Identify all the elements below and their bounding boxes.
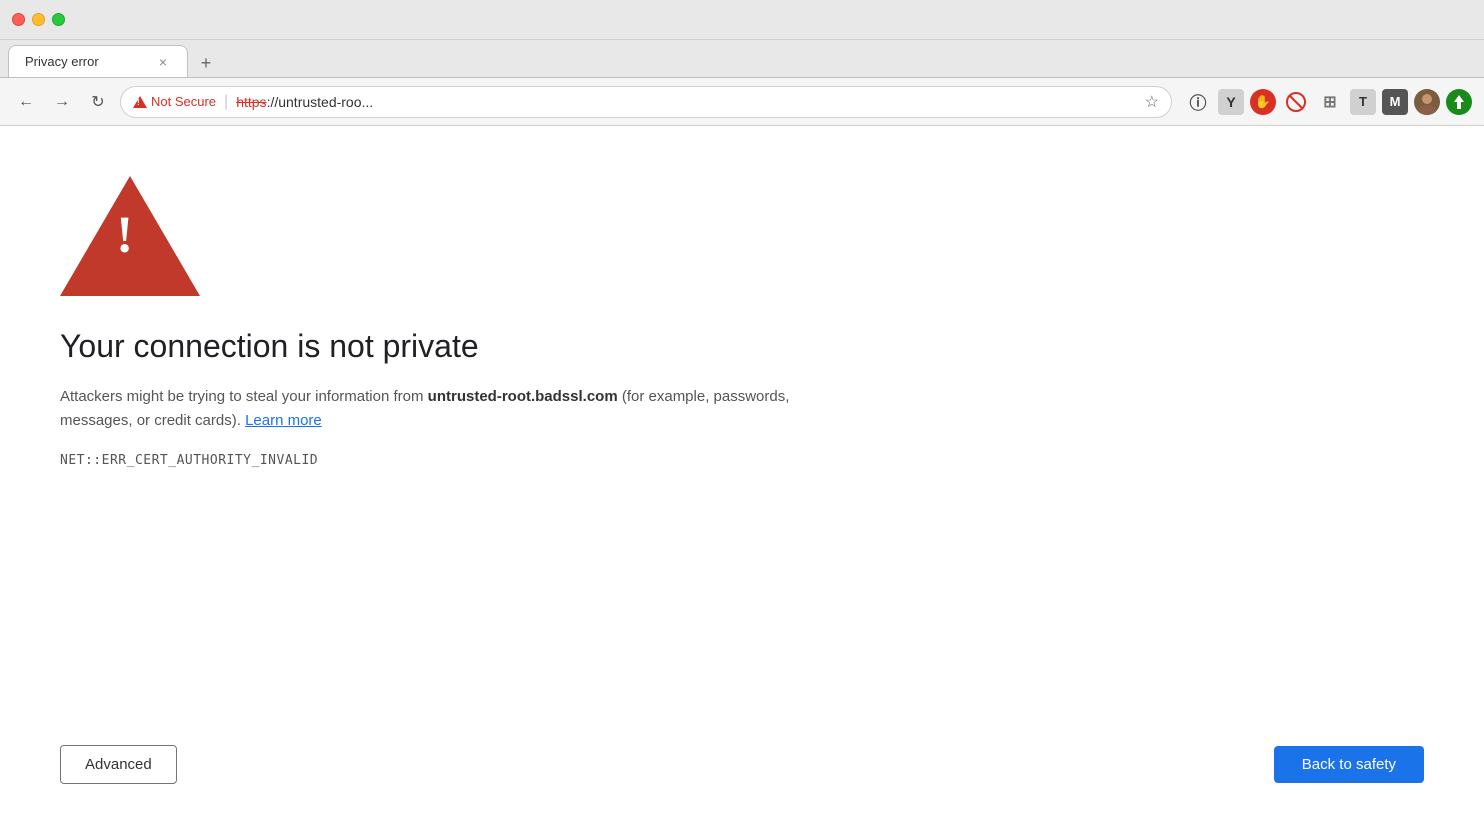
page-content: Your connection is not private Attackers…: [0, 126, 1484, 824]
error-title: Your connection is not private: [60, 328, 1424, 365]
fullscreen-traffic-light[interactable]: [52, 13, 65, 26]
user-avatar[interactable]: [1414, 89, 1440, 115]
domain-bold: untrusted-root.badssl.com: [428, 388, 618, 405]
upload-icon: [1450, 93, 1468, 111]
active-tab[interactable]: Privacy error ×: [8, 45, 188, 77]
profile-green-icon[interactable]: [1446, 89, 1472, 115]
tab-bar: Privacy error × +: [0, 40, 1484, 78]
minimize-traffic-light[interactable]: [32, 13, 45, 26]
tab-title: Privacy error: [25, 54, 147, 69]
info-ext-icon[interactable]: ⓘ: [1184, 88, 1212, 116]
error-code: NET::ERR_CERT_AUTHORITY_INVALID: [60, 453, 1424, 468]
url-display: https://untrusted-roo...: [236, 94, 373, 110]
new-tab-button[interactable]: +: [192, 49, 220, 77]
warning-icon: [133, 96, 147, 108]
close-traffic-light[interactable]: [12, 13, 25, 26]
error-description: Attackers might be trying to steal your …: [60, 385, 820, 433]
tab-close-button[interactable]: ×: [155, 54, 171, 70]
url-rest: ://untrusted-roo...: [267, 94, 374, 110]
grid-ext-icon[interactable]: ⊞: [1316, 88, 1344, 116]
address-bar[interactable]: Not Secure | https://untrusted-roo... ☆: [120, 86, 1172, 118]
url-separator: |: [224, 93, 228, 111]
forward-button[interactable]: →: [48, 88, 76, 116]
reload-button[interactable]: ↻: [84, 88, 112, 116]
back-to-safety-button[interactable]: Back to safety: [1274, 746, 1424, 783]
back-button[interactable]: ←: [12, 88, 40, 116]
stop-hand-icon[interactable]: ✋: [1250, 89, 1276, 115]
block-icon-svg: [1285, 91, 1307, 113]
title-bar: [0, 0, 1484, 40]
extension-icons: ⓘ Y ✋ ⊞ T M: [1184, 88, 1472, 116]
button-row: Advanced Back to safety: [60, 725, 1424, 784]
learn-more-link[interactable]: Learn more: [245, 412, 322, 429]
m-ext-icon[interactable]: M: [1382, 89, 1408, 115]
y-ext-icon[interactable]: Y: [1218, 89, 1244, 115]
not-secure-badge: Not Secure: [133, 94, 216, 109]
description-before: Attackers might be trying to steal your …: [60, 388, 428, 405]
bookmark-button[interactable]: ☆: [1145, 92, 1159, 112]
avatar-svg: [1414, 89, 1440, 115]
advanced-button[interactable]: Advanced: [60, 745, 177, 784]
url-https: https: [236, 94, 266, 110]
nav-bar: ← → ↻ Not Secure | https://untrusted-roo…: [0, 78, 1484, 126]
warning-triangle-large: [60, 176, 200, 296]
not-secure-label: Not Secure: [151, 94, 216, 109]
block-ext-icon[interactable]: [1282, 88, 1310, 116]
t-ext-icon[interactable]: T: [1350, 89, 1376, 115]
traffic-lights: [12, 13, 65, 26]
